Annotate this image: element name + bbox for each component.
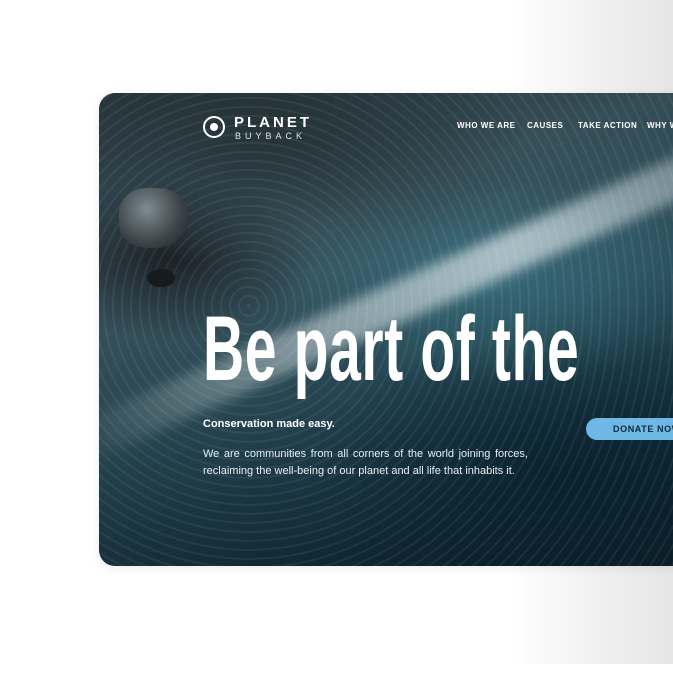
- planet-logo-icon: [203, 116, 225, 138]
- hero-headline: Be part of the: [203, 298, 580, 400]
- nav-item-who-we-are[interactable]: WHO WE ARE: [457, 121, 515, 130]
- logo-subname: BUYBACK: [235, 131, 307, 141]
- hero-tagline: Conservation made easy.: [203, 418, 335, 430]
- logo-name: PLANET: [234, 114, 312, 131]
- nav-item-take-action[interactable]: TAKE ACTION: [578, 121, 637, 130]
- nav-item-why[interactable]: WHY W: [647, 121, 673, 130]
- rock-image: [119, 188, 189, 248]
- hero-section: PLANET BUYBACK WHO WE ARE CAUSES TAKE AC…: [99, 93, 673, 566]
- rock-image-small: [147, 269, 175, 287]
- donate-now-button[interactable]: DONATE NOW: [586, 418, 673, 440]
- nav-item-causes[interactable]: CAUSES: [527, 121, 563, 130]
- top-navigation: PLANET BUYBACK WHO WE ARE CAUSES TAKE AC…: [99, 93, 673, 163]
- hero-description: We are communities from all corners of t…: [203, 448, 528, 477]
